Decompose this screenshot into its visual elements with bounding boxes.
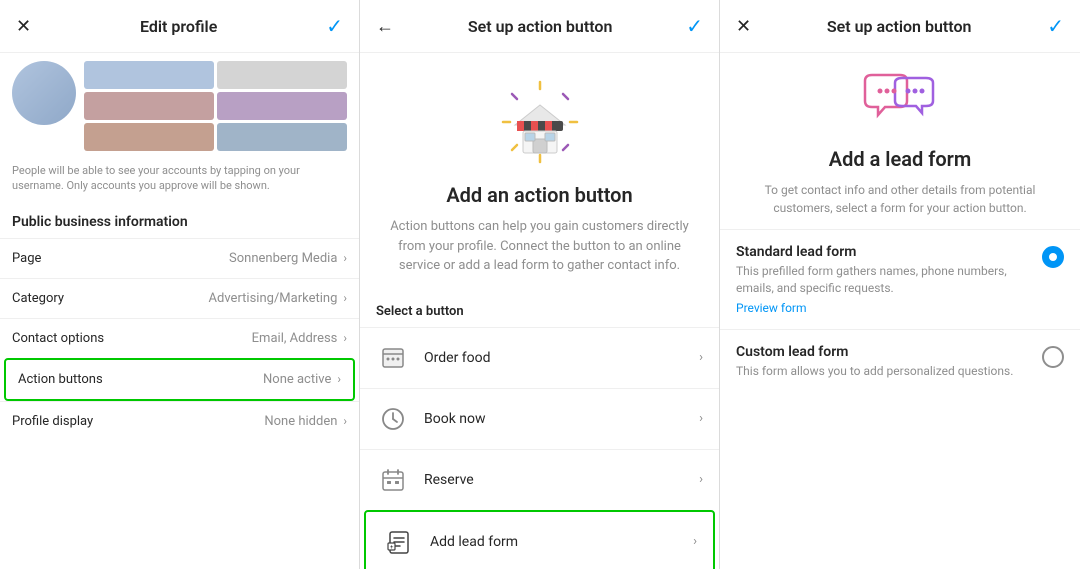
action-buttons-chevron-icon: › <box>337 372 341 386</box>
grid-image-2 <box>217 61 347 89</box>
reserve-chevron-icon: › <box>699 472 703 487</box>
page-chevron-icon: › <box>343 251 347 265</box>
action-buttons-right: None active › <box>263 372 341 387</box>
reserve-left: Reserve <box>376 463 474 497</box>
lead-form-hero: Add a lead form To get contact info and … <box>720 53 1080 229</box>
add-lead-form-desc: To get contact info and other details fr… <box>740 181 1060 217</box>
order-food-item[interactable]: Order food › <box>360 327 719 388</box>
category-chevron-icon: › <box>343 291 347 305</box>
back-icon[interactable]: ← <box>376 16 394 37</box>
standard-lead-form-option[interactable]: Standard lead form This prefilled form g… <box>720 229 1080 329</box>
custom-lead-form-desc: This form allows you to add personalized… <box>736 363 1030 380</box>
contact-options-item[interactable]: Contact options Email, Address › <box>0 318 359 358</box>
page-right: Sonnenberg Media › <box>229 251 347 266</box>
profile-display-item[interactable]: Profile display None hidden › <box>0 401 359 441</box>
profile-display-label: Profile display <box>12 414 93 429</box>
add-action-button-desc: Action buttons can help you gain custome… <box>380 217 699 276</box>
grid-image-4 <box>217 92 347 120</box>
add-lead-form-chevron-icon: › <box>693 534 697 549</box>
book-now-item[interactable]: Book now › <box>360 388 719 449</box>
profile-display-chevron-icon: › <box>343 414 347 428</box>
profile-display-right: None hidden › <box>264 414 347 429</box>
action-button-hero: Add an action button Action buttons can … <box>360 53 719 292</box>
standard-lead-form-desc: This prefilled form gathers names, phone… <box>736 263 1030 297</box>
custom-lead-form-text: Custom lead form This form allows you to… <box>736 344 1042 380</box>
order-food-label: Order food <box>424 350 491 366</box>
lead-form-header: ✕ Set up action button ✓ <box>720 0 1080 53</box>
profile-description: People will be able to see your accounts… <box>0 155 359 202</box>
standard-lead-form-radio[interactable] <box>1042 246 1064 268</box>
lead-form-close-icon[interactable]: ✕ <box>736 16 751 37</box>
action-buttons-item[interactable]: Action buttons None active › <box>4 358 355 401</box>
book-now-chevron-icon: › <box>699 411 703 426</box>
page-item[interactable]: Page Sonnenberg Media › <box>0 238 359 278</box>
setup-action-confirm-icon[interactable]: ✓ <box>686 14 703 38</box>
contact-options-label: Contact options <box>12 331 104 346</box>
add-lead-form-item[interactable]: + Add lead form › <box>364 510 715 569</box>
profile-image-grid <box>84 61 347 151</box>
setup-action-button-panel: ← Set up action button ✓ <box>360 0 720 569</box>
reserve-icon <box>376 463 410 497</box>
book-now-left: Book now <box>376 402 486 436</box>
grid-image-1 <box>84 61 214 89</box>
profile-image-area <box>0 53 359 155</box>
book-now-label: Book now <box>424 411 486 427</box>
category-right: Advertising/Marketing › <box>209 291 347 306</box>
grid-image-3 <box>84 92 214 120</box>
add-lead-form-left: + Add lead form <box>382 525 518 559</box>
reserve-item[interactable]: Reserve › <box>360 449 719 510</box>
lead-form-illustration <box>860 73 940 133</box>
confirm-icon[interactable]: ✓ <box>326 14 343 38</box>
custom-lead-form-radio[interactable] <box>1042 346 1064 368</box>
lead-form-confirm-icon[interactable]: ✓ <box>1047 14 1064 38</box>
add-lead-form-label: Add lead form <box>430 534 518 550</box>
radio-inner-dot <box>1049 253 1057 261</box>
profile-display-value: None hidden <box>264 414 337 429</box>
action-buttons-value: None active <box>263 372 331 387</box>
add-action-button-title: Add an action button <box>446 183 632 207</box>
grid-image-6 <box>217 123 347 151</box>
setup-action-title: Set up action button <box>468 17 613 36</box>
action-buttons-label: Action buttons <box>18 372 103 387</box>
close-icon[interactable]: ✕ <box>16 16 31 37</box>
contact-options-right: Email, Address › <box>252 331 347 346</box>
page-value: Sonnenberg Media <box>229 251 337 266</box>
custom-lead-form-option[interactable]: Custom lead form This form allows you to… <box>720 329 1080 394</box>
standard-lead-form-text: Standard lead form This prefilled form g… <box>736 244 1042 315</box>
contact-options-chevron-icon: › <box>343 331 347 345</box>
edit-profile-header: ✕ Edit profile ✓ <box>0 0 359 53</box>
reserve-label: Reserve <box>424 472 474 488</box>
book-now-icon <box>376 402 410 436</box>
preview-form-link[interactable]: Preview form <box>736 301 1030 315</box>
public-business-section-label: Public business information <box>0 202 359 238</box>
contact-options-value: Email, Address <box>252 331 338 346</box>
shop-icon <box>495 77 585 167</box>
add-lead-form-icon: + <box>382 525 416 559</box>
select-button-label: Select a button <box>360 292 719 327</box>
page-label: Page <box>12 251 41 266</box>
order-food-icon <box>376 341 410 375</box>
setup-action-header: ← Set up action button ✓ <box>360 0 719 53</box>
edit-profile-panel: ✕ Edit profile ✓ People will be able to … <box>0 0 360 569</box>
category-item[interactable]: Category Advertising/Marketing › <box>0 278 359 318</box>
order-food-left: Order food <box>376 341 491 375</box>
custom-lead-form-title: Custom lead form <box>736 344 1030 360</box>
order-food-chevron-icon: › <box>699 350 703 365</box>
category-label: Category <box>12 291 64 306</box>
category-value: Advertising/Marketing <box>209 291 338 306</box>
lead-form-panel: ✕ Set up action button ✓ Add a lead form <box>720 0 1080 569</box>
grid-image-5 <box>84 123 214 151</box>
standard-lead-form-title: Standard lead form <box>736 244 1030 260</box>
edit-profile-title: Edit profile <box>140 17 217 36</box>
add-lead-form-title: Add a lead form <box>829 147 971 171</box>
svg-text:+: + <box>390 544 394 551</box>
lead-form-title: Set up action button <box>827 17 972 36</box>
avatar[interactable] <box>12 61 76 125</box>
